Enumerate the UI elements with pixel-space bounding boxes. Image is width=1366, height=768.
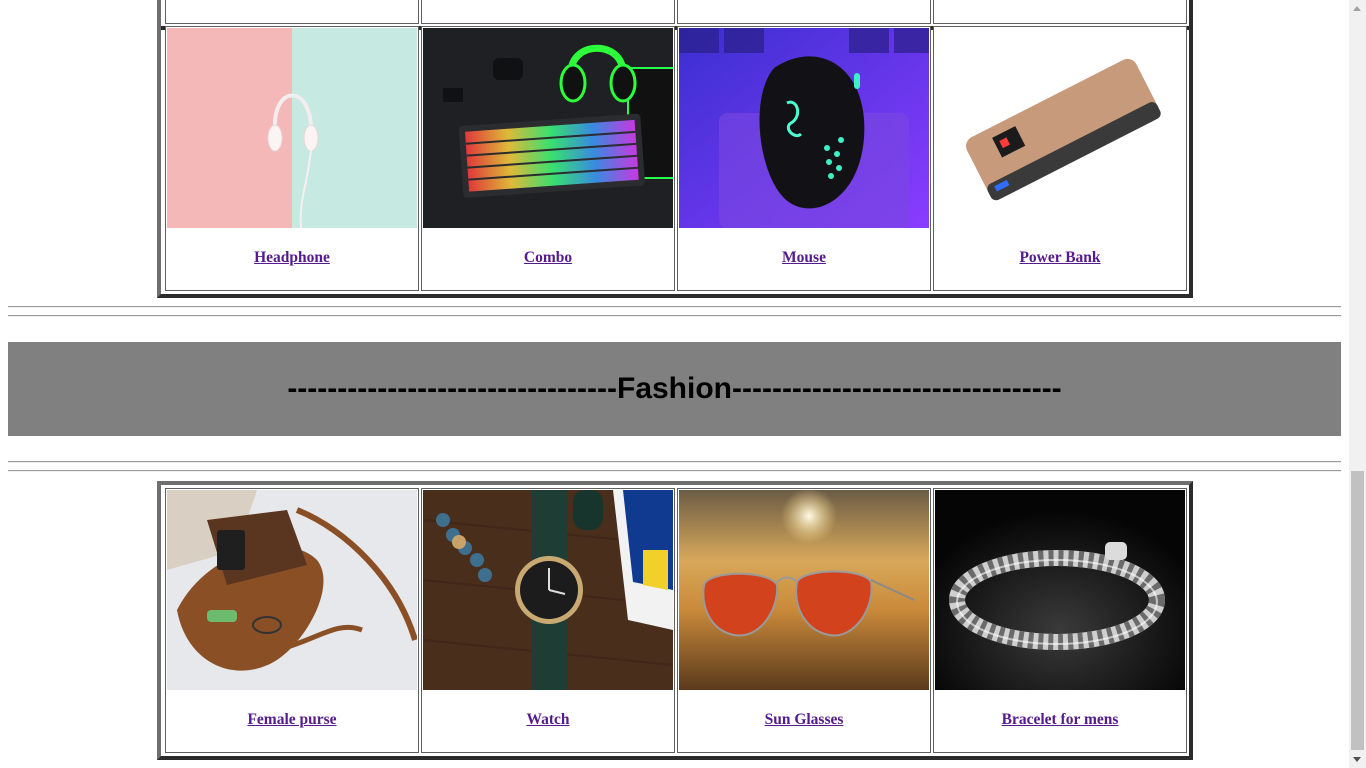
product-link-female-purse[interactable]: Female purse xyxy=(166,711,418,729)
product-cell-female-purse: Female purse xyxy=(165,488,419,753)
product-link-watch[interactable]: Watch xyxy=(422,711,674,729)
product-cell-headphone: Headphone xyxy=(165,26,419,291)
sunglasses-image[interactable] xyxy=(679,490,929,690)
product-link-power-bank[interactable]: Power Bank xyxy=(934,249,1186,267)
product-link-mouse[interactable]: Mouse xyxy=(678,249,930,267)
fashion-product-table: Female purse Watch Sun Glasses Bracelet … xyxy=(157,481,1193,760)
watch-image[interactable] xyxy=(423,490,673,690)
scroll-up-arrow-icon[interactable] xyxy=(1349,0,1366,17)
keyboard-combo-image[interactable] xyxy=(423,28,673,228)
divider xyxy=(8,315,1341,317)
power-bank-image[interactable] xyxy=(935,28,1185,228)
product-cell-bracelet: Bracelet for mens xyxy=(933,488,1187,753)
divider xyxy=(8,470,1341,472)
electronics-product-table: Headphone Combo Mouse Power Bank xyxy=(157,20,1193,298)
divider xyxy=(8,461,1341,463)
purse-image[interactable] xyxy=(167,490,417,690)
headphone-image[interactable] xyxy=(167,28,417,228)
scrollbar-thumb[interactable] xyxy=(1351,471,1364,750)
divider xyxy=(8,306,1341,308)
product-cell-watch: Watch xyxy=(421,488,675,753)
section-banner: ---------------------------------Fashion… xyxy=(8,342,1341,436)
product-link-sun-glasses[interactable]: Sun Glasses xyxy=(678,711,930,729)
bracelet-image[interactable] xyxy=(935,490,1185,690)
section-heading-fashion: ---------------------------------Fashion… xyxy=(287,372,1062,405)
product-link-headphone[interactable]: Headphone xyxy=(166,249,418,267)
product-cell-combo: Combo xyxy=(421,26,675,291)
product-link-combo[interactable]: Combo xyxy=(422,249,674,267)
product-cell-sun-glasses: Sun Glasses xyxy=(677,488,931,753)
gaming-mouse-image[interactable] xyxy=(679,28,929,228)
vertical-scrollbar[interactable] xyxy=(1349,0,1366,768)
page: Headphone Combo Mouse Power Bank -------… xyxy=(0,0,1349,768)
product-link-bracelet[interactable]: Bracelet for mens xyxy=(934,711,1186,729)
product-cell-power-bank: Power Bank xyxy=(933,26,1187,291)
product-cell-mouse: Mouse xyxy=(677,26,931,291)
scroll-down-arrow-icon[interactable] xyxy=(1349,751,1366,768)
